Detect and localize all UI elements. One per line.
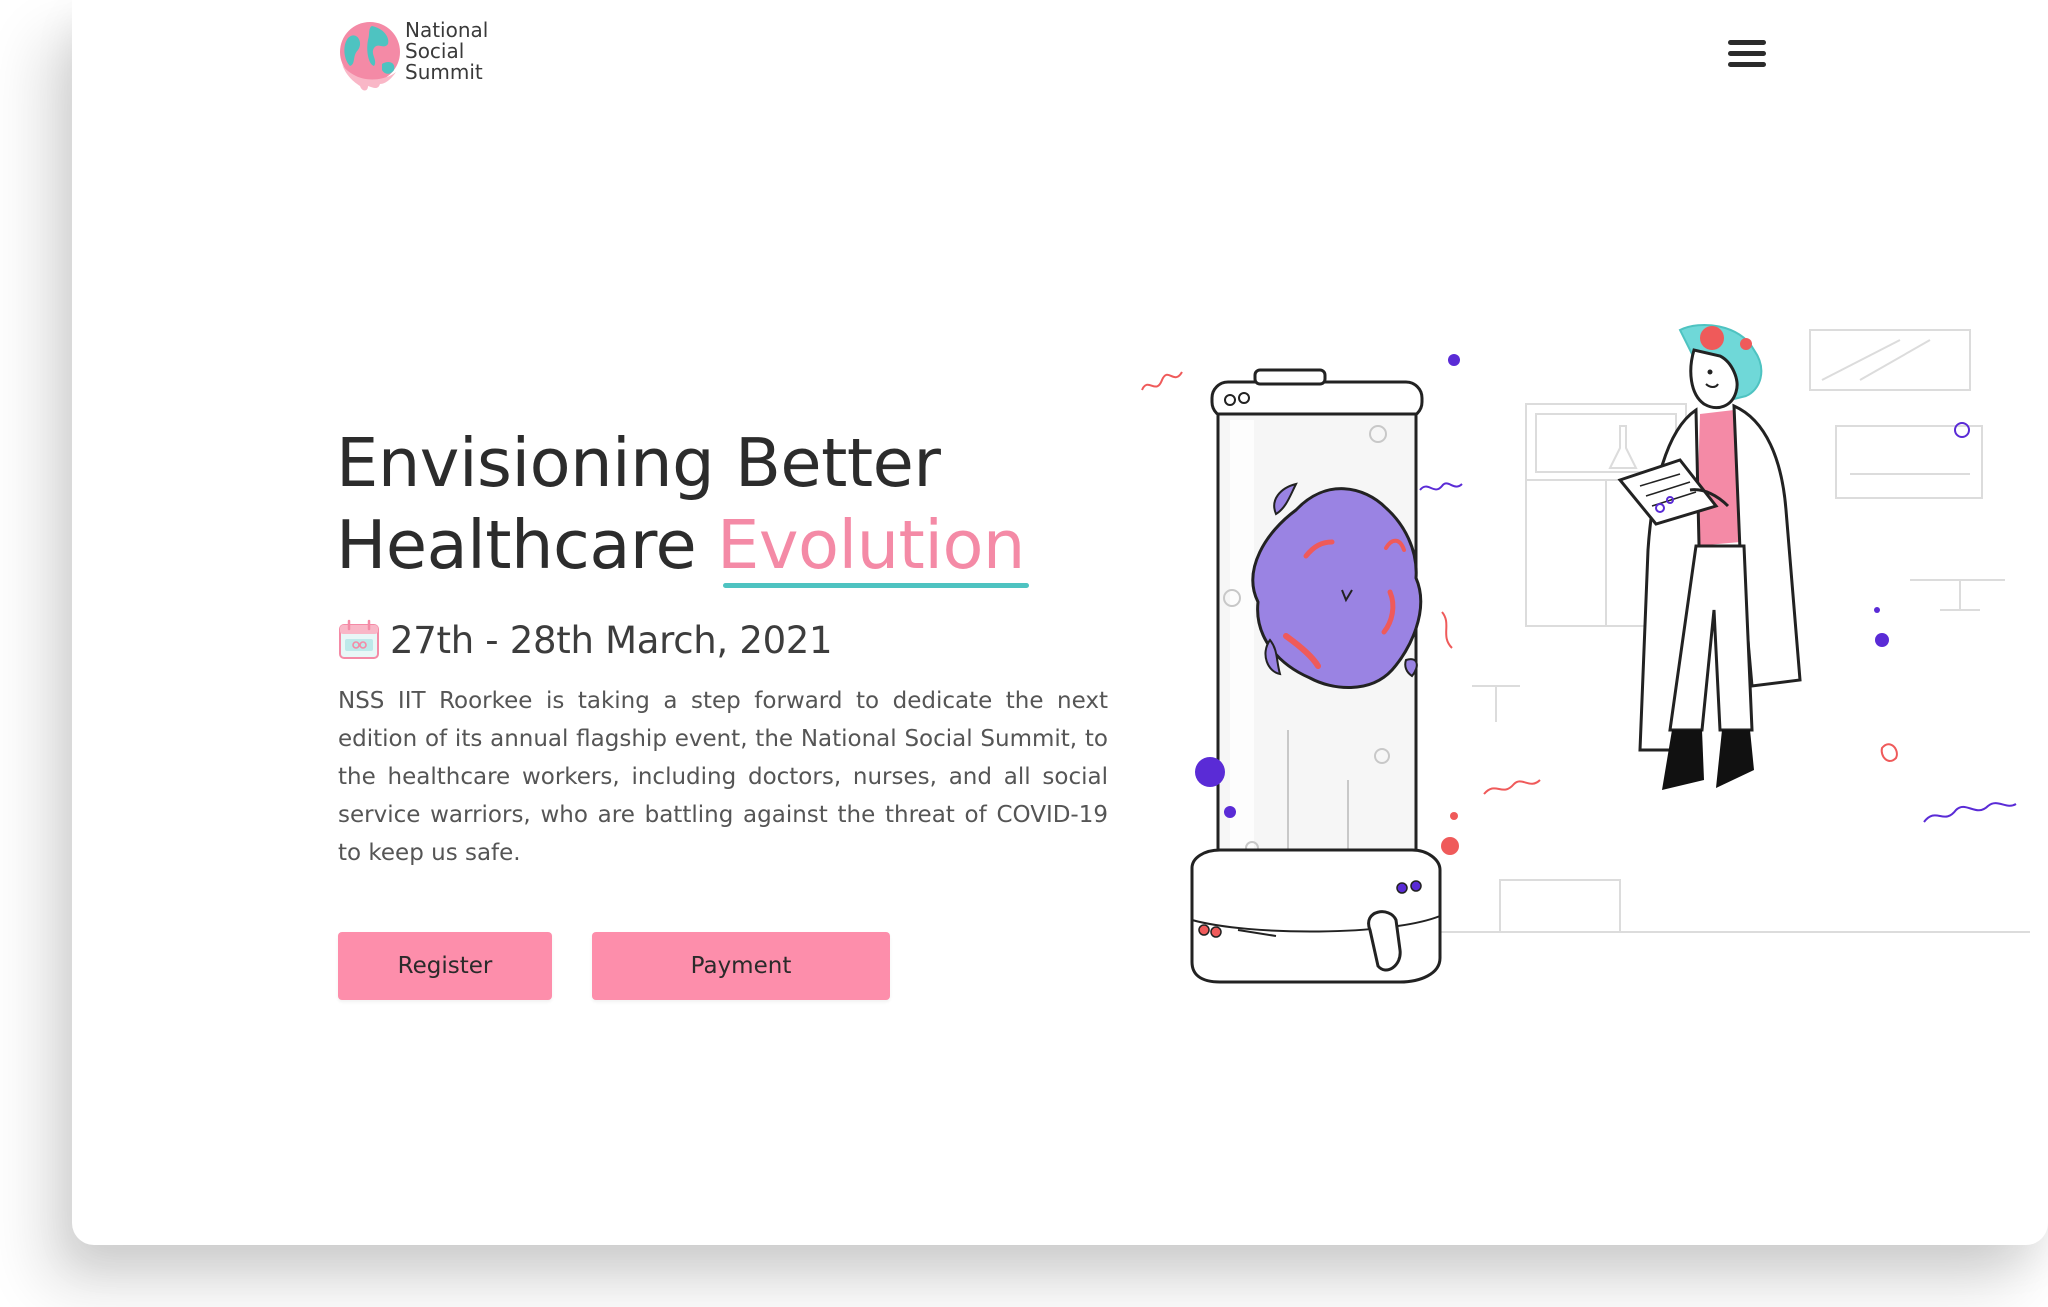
register-button[interactable]: Register: [338, 932, 552, 1000]
logo-line-1: National: [405, 18, 489, 42]
menu-bar: [1728, 62, 1766, 67]
payment-button[interactable]: Payment: [592, 932, 890, 1000]
menu-bar: [1728, 51, 1766, 56]
globe-logo-icon: [340, 22, 400, 91]
event-date-text: 27th - 28th March, 2021: [390, 618, 833, 662]
event-date: 27th - 28th March, 2021: [338, 614, 833, 666]
menu-bar: [1728, 40, 1766, 45]
hero-title-accent: Evolution: [717, 504, 1029, 588]
logo-line-3: Summit: [405, 60, 483, 84]
hero-title: Envisioning Better Healthcare Evolution: [336, 422, 1029, 588]
calendar-icon: [339, 619, 379, 659]
hero-title-accent-text: Evolution: [717, 506, 1025, 584]
logo-wordmark: National Social Summit: [405, 20, 488, 83]
hero-title-line-1: Envisioning Better: [336, 424, 941, 502]
hero-title-line-2: Healthcare Evolution: [336, 504, 1029, 588]
accent-decorations: [1141, 326, 2017, 855]
hamburger-menu-icon[interactable]: [1726, 36, 1770, 72]
event-description: NSS IIT Roorkee is taking a step forward…: [338, 688, 1108, 866]
site-logo[interactable]: National Social Summit: [338, 20, 518, 98]
accent-underline: [723, 583, 1029, 588]
hero-title-plain: Healthcare: [336, 506, 717, 584]
logo-line-2: Social: [405, 39, 465, 63]
